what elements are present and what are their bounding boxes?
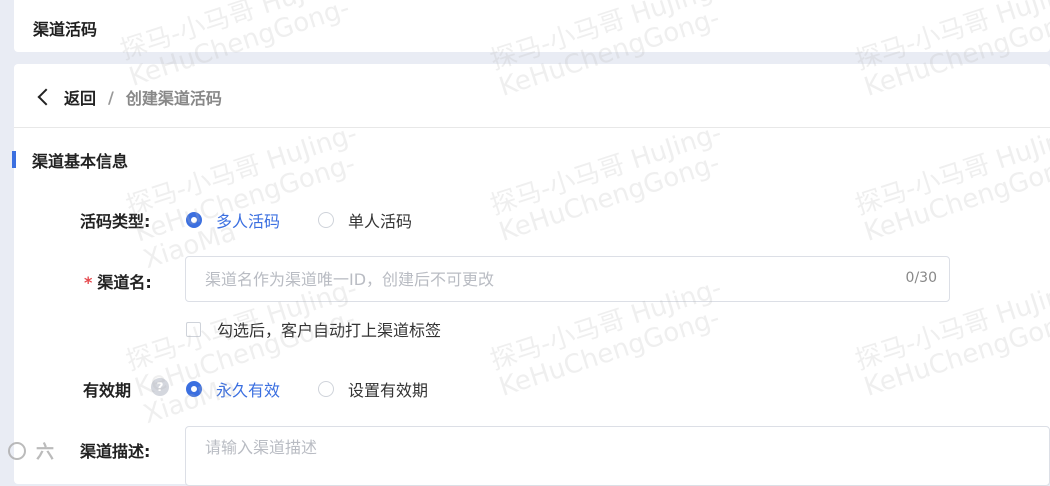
radio-multi-person-code[interactable]: 多人活码 <box>186 208 280 232</box>
logo-icon <box>8 442 26 460</box>
form-card: 返回 / 创建渠道活码 渠道基本信息 活码类型: 多人活码 单人活码 * 渠道名:… <box>12 64 1050 486</box>
channel-name-label: * 渠道名: <box>84 273 152 292</box>
radio-unchecked-icon <box>318 381 335 397</box>
radio-unchecked-icon <box>318 212 335 228</box>
back-link[interactable]: 返回 <box>64 85 96 109</box>
radio-checked-icon <box>186 381 202 397</box>
section-marker <box>12 151 16 168</box>
chevron-left-icon[interactable] <box>37 88 55 106</box>
corner-logo: 六 <box>8 438 54 464</box>
radio-permanent[interactable]: 永久有效 <box>186 377 280 401</box>
validity-label: 有效期 <box>83 381 132 400</box>
validity-radio-group: 永久有效 设置有效期 <box>186 377 466 401</box>
char-counter: 0/30 <box>905 270 937 286</box>
breadcrumb-current: 创建渠道活码 <box>125 89 222 108</box>
radio-single-person-code[interactable]: 单人活码 <box>318 208 412 232</box>
section-title: 渠道基本信息 <box>32 152 129 171</box>
question-icon[interactable]: ? <box>151 378 169 396</box>
auto-tag-row: 勾选后，客户自动打上渠道标签 <box>186 317 441 341</box>
description-input[interactable] <box>205 427 885 467</box>
required-star: * <box>84 273 93 292</box>
code-type-radio-group: 多人活码 单人活码 <box>186 208 450 232</box>
breadcrumb-separator: / <box>108 87 114 107</box>
code-type-label: 活码类型: <box>80 212 151 231</box>
description-input-box <box>185 426 1050 486</box>
radio-checked-icon <box>186 212 202 228</box>
page-title: 渠道活码 <box>33 20 98 39</box>
description-label: 渠道描述: <box>80 442 151 461</box>
divider <box>14 127 1050 128</box>
breadcrumb: 返回 / 创建渠道活码 <box>36 86 222 108</box>
auto-tag-label: 勾选后，客户自动打上渠道标签 <box>217 321 442 340</box>
page-header: 渠道活码 <box>14 0 1050 52</box>
radio-set-validity[interactable]: 设置有效期 <box>318 377 428 401</box>
channel-name-input[interactable] <box>205 257 885 301</box>
auto-tag-checkbox[interactable] <box>186 321 201 337</box>
channel-name-input-box: 0/30 <box>185 256 950 302</box>
